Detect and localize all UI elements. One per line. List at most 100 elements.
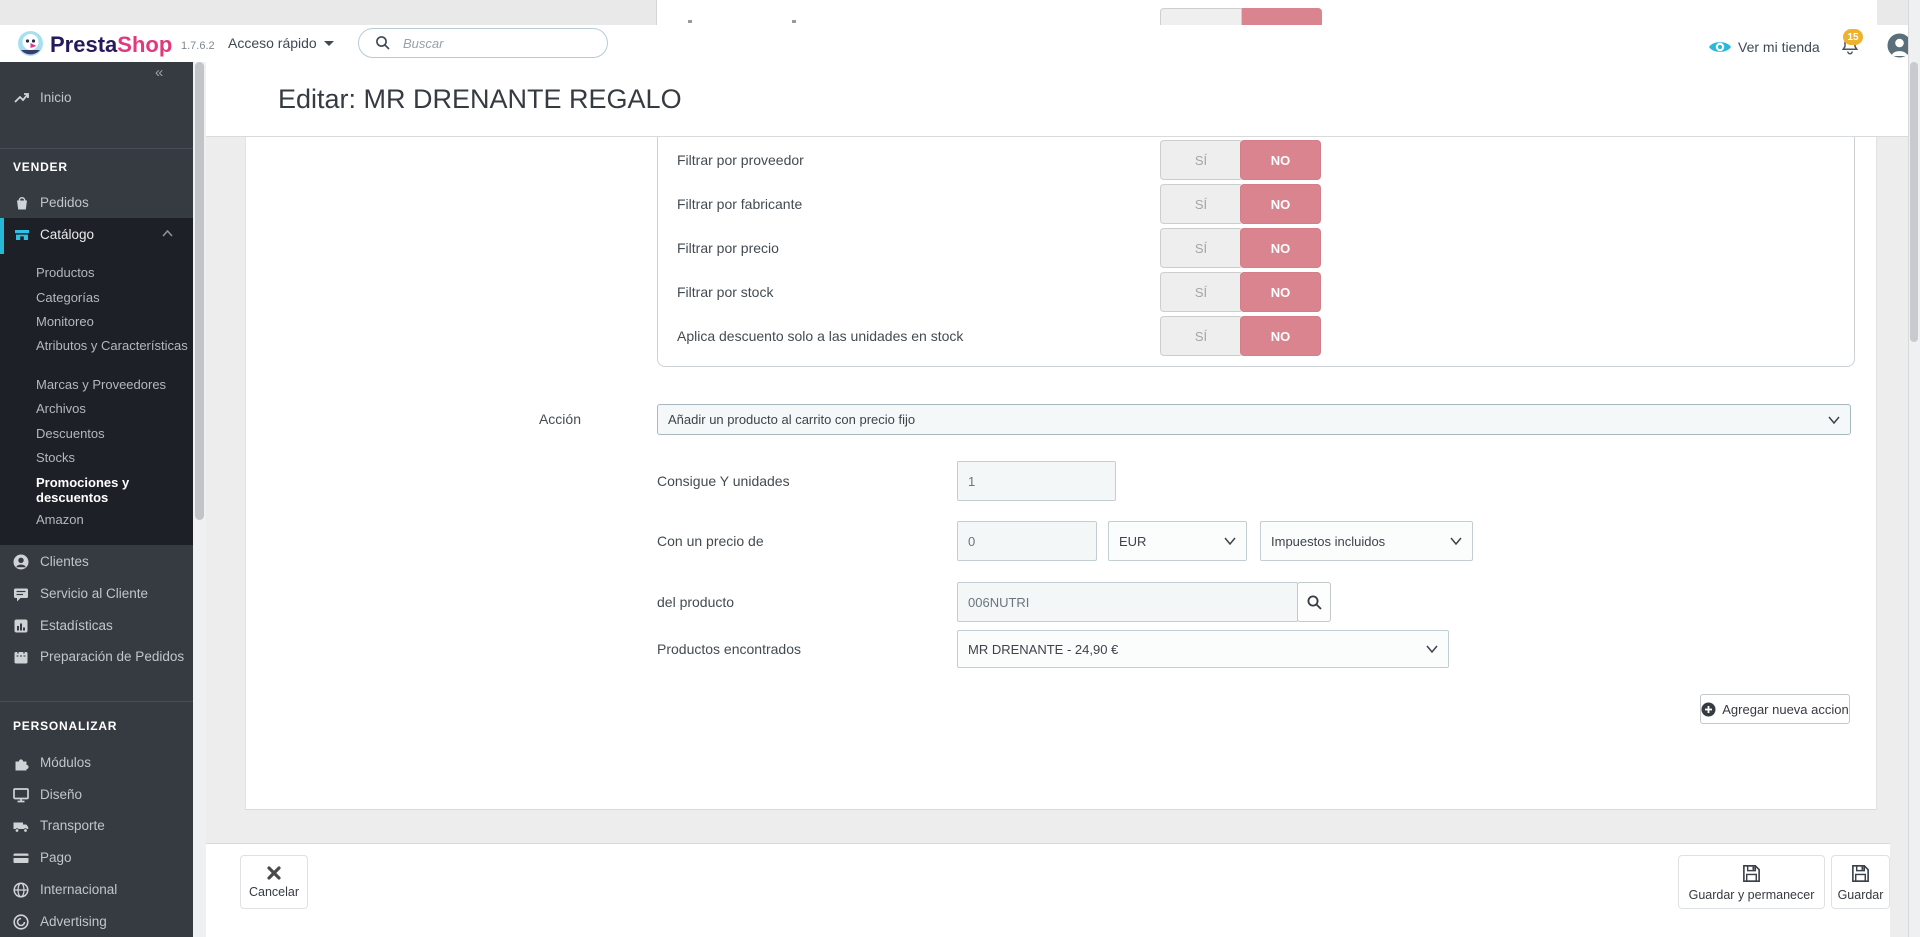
bar-chart-icon xyxy=(14,619,28,633)
product-ref-label: del producto xyxy=(657,594,735,610)
save-and-stay-label: Guardar y permanecer xyxy=(1688,887,1815,902)
save-and-stay-button[interactable]: Guardar y permanecer xyxy=(1678,855,1825,909)
action-select-value: Añadir un producto al carrito con precio… xyxy=(668,412,916,427)
sidebar-item-servicio[interactable]: Servicio al Cliente xyxy=(40,586,148,601)
sidebar-subitem-marcas[interactable]: Marcas y Proveedores xyxy=(36,377,188,392)
quick-access-label: Acceso rápido xyxy=(228,35,317,51)
price-label: Con un precio de xyxy=(657,533,764,549)
quick-access-menu[interactable]: Acceso rápido xyxy=(228,35,334,51)
sidebar-item-transporte[interactable]: Transporte xyxy=(40,818,105,833)
sidebar-item-clientes[interactable]: Clientes xyxy=(40,554,89,569)
toggle-yes-option[interactable]: SÍ xyxy=(1160,228,1241,268)
floppy-icon xyxy=(1743,864,1760,882)
search-icon xyxy=(376,36,390,50)
sidebar-item-diseno[interactable]: Diseño xyxy=(40,787,82,802)
toggle-no-option[interactable]: NO xyxy=(1240,272,1321,312)
quantity-input[interactable]: 1 xyxy=(957,461,1116,501)
brand-secondary-text: Shop xyxy=(117,32,173,57)
sidebar-item-advertising[interactable]: Advertising xyxy=(40,914,107,929)
sidebar-scrollbar-thumb[interactable] xyxy=(195,62,204,520)
toggle-no-option[interactable]: NO xyxy=(1240,184,1321,224)
globe-icon xyxy=(13,882,29,898)
chevron-down-icon xyxy=(1450,537,1462,545)
toggle-no-option[interactable]: NO xyxy=(1240,140,1321,180)
notification-badge: 15 xyxy=(1843,29,1863,45)
eye-icon xyxy=(1709,42,1731,52)
sidebar-item-estadisticas[interactable]: Estadísticas xyxy=(40,618,113,633)
sidebar-subitem-productos[interactable]: Productos xyxy=(36,265,188,280)
caret-down-icon xyxy=(323,40,334,46)
plus-circle-icon xyxy=(1701,702,1716,716)
cutoff-text-fragment xyxy=(792,20,796,23)
toggle-filtrar-proveedor: SÍ NO xyxy=(1160,140,1322,180)
sidebar-subitem-archivos[interactable]: Archivos xyxy=(36,401,188,416)
sidebar-subitem-amazon[interactable]: Amazon xyxy=(36,512,188,527)
currency-select[interactable]: EUR xyxy=(1108,521,1247,561)
prestashop-admin-window: Filtrar por proveedor SÍ NO Filtrar por … xyxy=(0,0,1920,937)
toggle-filtrar-precio: SÍ NO xyxy=(1160,228,1322,268)
toggle-no-option[interactable]: NO xyxy=(1240,228,1321,268)
chat-icon xyxy=(14,588,28,602)
action-select[interactable]: Añadir un producto al carrito con precio… xyxy=(657,404,1851,435)
toggle-yes-option[interactable]: SÍ xyxy=(1160,184,1241,224)
window-scrollbar-thumb[interactable] xyxy=(1910,62,1918,342)
cancel-button[interactable]: Cancelar xyxy=(240,855,308,909)
tax-mode-select[interactable]: Impuestos incluidos xyxy=(1260,521,1473,561)
prestashop-bird-logo xyxy=(18,31,43,56)
add-action-button[interactable]: Agregar nueva accion xyxy=(1700,694,1850,724)
tax-mode-value: Impuestos incluidos xyxy=(1271,533,1386,549)
products-found-value: MR DRENANTE - 24,90 € xyxy=(968,641,1119,657)
calendar-icon xyxy=(14,650,28,664)
chevron-up-icon[interactable] xyxy=(162,230,173,237)
bottom-toolbar xyxy=(206,843,1890,937)
brand-primary-text: Presta xyxy=(50,32,118,57)
view-store-link[interactable]: Ver mi tienda xyxy=(1738,39,1820,55)
filter-label: Filtrar por proveedor xyxy=(677,152,804,168)
toggle-filtrar-fabricante: SÍ NO xyxy=(1160,184,1322,224)
sidebar-item-pago[interactable]: Pago xyxy=(40,850,72,865)
cancel-label: Cancelar xyxy=(248,885,300,899)
sidebar-item-pedidos[interactable]: Pedidos xyxy=(40,195,89,210)
sidebar-item-catalogo[interactable]: Catálogo xyxy=(40,227,94,242)
sidebar-subitem-monitoreo[interactable]: Monitoreo xyxy=(36,314,188,329)
save-label: Guardar xyxy=(1837,887,1884,902)
toggle-no-option[interactable]: NO xyxy=(1240,316,1321,356)
sidebar-subitem-atributos[interactable]: Atributos y Características xyxy=(36,338,188,353)
price-value: 0 xyxy=(968,533,976,549)
price-input[interactable]: 0 xyxy=(957,521,1097,561)
brand-wordmark[interactable]: PrestaShop xyxy=(50,32,172,58)
trending-up-icon xyxy=(14,93,29,103)
person-circle-icon xyxy=(13,554,29,570)
floppy-icon xyxy=(1852,864,1869,882)
search-input[interactable] xyxy=(403,35,573,51)
sidebar-subitem-stocks[interactable]: Stocks xyxy=(36,450,188,465)
chevron-down-icon xyxy=(1224,537,1236,545)
products-found-select[interactable]: MR DRENANTE - 24,90 € xyxy=(957,630,1449,668)
sidebar-item-preparacion[interactable]: Preparación de Pedidos xyxy=(40,649,184,664)
toggle-yes-option[interactable]: SÍ xyxy=(1160,316,1241,356)
sidebar-divider xyxy=(0,701,193,702)
product-ref-input[interactable]: 006NUTRI xyxy=(957,582,1298,622)
sidebar-section-personalizar: PERSONALIZAR xyxy=(13,719,118,733)
chevron-down-icon xyxy=(1426,645,1438,653)
toggle-yes-option[interactable]: SÍ xyxy=(1160,272,1241,312)
filter-label: Filtrar por stock xyxy=(677,284,774,300)
sidebar-subitem-descuentos[interactable]: Descuentos xyxy=(36,426,188,441)
quantity-label: Consigue Y unidades xyxy=(657,473,790,489)
sidebar-item-internacional[interactable]: Internacional xyxy=(40,882,117,897)
sidebar-collapse-button[interactable]: « xyxy=(155,64,163,81)
sidebar-item-inicio[interactable]: Inicio xyxy=(40,90,72,105)
chevron-down-icon xyxy=(1828,416,1840,424)
target-icon xyxy=(13,914,29,930)
action-label: Acción xyxy=(538,411,581,427)
truck-icon xyxy=(13,822,29,833)
puzzle-icon xyxy=(15,759,29,771)
credit-card-icon xyxy=(13,853,29,863)
sidebar-item-modulos[interactable]: Módulos xyxy=(40,755,91,770)
save-button[interactable]: Guardar xyxy=(1831,855,1890,909)
sidebar-subitem-promociones-active[interactable]: Promociones y descuentos xyxy=(36,475,188,505)
magnifier-icon xyxy=(1307,595,1322,610)
toggle-yes-option[interactable]: SÍ xyxy=(1160,140,1241,180)
product-search-button[interactable] xyxy=(1297,582,1331,622)
sidebar-subitem-categorias[interactable]: Categorías xyxy=(36,290,188,305)
